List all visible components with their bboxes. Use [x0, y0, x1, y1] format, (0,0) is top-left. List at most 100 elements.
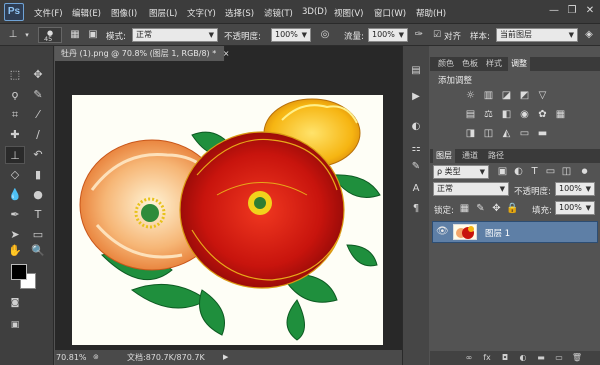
hand-icon[interactable]: ✋	[5, 242, 25, 260]
airbrush-icon[interactable]: ✑	[412, 28, 426, 42]
move-tool-icon[interactable]: ✥	[28, 66, 48, 84]
posterize-icon[interactable]: ◫	[482, 128, 495, 139]
filter-type-icon[interactable]: T	[528, 166, 541, 177]
menu-filter[interactable]: 滤镜(T)	[264, 7, 293, 19]
gradient-icon[interactable]: ▮	[28, 166, 48, 184]
levels-icon[interactable]: ▥	[482, 90, 495, 101]
curves-icon[interactable]: ◪	[500, 90, 513, 101]
menu-3d[interactable]: 3D(D)	[302, 7, 327, 17]
dropdown-arrow-icon[interactable]: ▾	[20, 28, 34, 42]
menu-view[interactable]: 视图(V)	[334, 7, 363, 19]
status-menu-icon[interactable]: ⊚	[93, 350, 99, 365]
menu-image[interactable]: 图像(I)	[111, 7, 137, 19]
quick-selection-icon[interactable]: ✎	[28, 86, 48, 104]
visibility-eye-icon[interactable]: 👁	[436, 226, 449, 237]
brush-panel-icon[interactable]: ⚏	[409, 142, 423, 156]
mode-select[interactable]: 正常 ▼	[132, 28, 218, 42]
pressure-opacity-icon[interactable]: ◎	[318, 28, 332, 42]
close-icon[interactable]: ✕	[584, 5, 596, 17]
crop-icon[interactable]: ⌗	[5, 106, 25, 124]
new-adjustment-layer-icon[interactable]: ◐	[517, 352, 529, 364]
minimize-icon[interactable]: —	[548, 5, 560, 17]
history-icon[interactable]: ▤	[409, 64, 423, 78]
layer-name[interactable]: 图层 1	[485, 227, 510, 239]
photo-filter-icon[interactable]: ◉	[518, 109, 531, 120]
clone-stamp-icon[interactable]: ⊥	[6, 28, 20, 42]
filter-shape-icon[interactable]: ▭	[544, 166, 557, 177]
filter-smart-object-icon[interactable]: ◫	[560, 166, 573, 177]
tab-layers[interactable]: 图层	[433, 149, 455, 163]
history-brush-icon[interactable]: ↶	[28, 146, 48, 164]
character-icon[interactable]: A	[409, 182, 423, 196]
threshold-icon[interactable]: ◭	[500, 128, 513, 139]
filter-adjustment-icon[interactable]: ◐	[512, 166, 525, 177]
tab-color[interactable]: 颜色	[435, 57, 457, 71]
blend-mode-select[interactable]: 正常 ▼	[433, 182, 509, 196]
lock-position-icon[interactable]: ✥	[490, 203, 503, 214]
blur-icon[interactable]: 💧	[5, 186, 25, 204]
tab-paths[interactable]: 路径	[485, 149, 507, 163]
menu-window[interactable]: 窗口(W)	[374, 7, 406, 19]
layer-row[interactable]: 👁 图层 1	[432, 221, 598, 243]
new-group-icon[interactable]: ▬	[535, 352, 547, 364]
delete-layer-icon[interactable]: 🗑	[571, 352, 583, 364]
screen-mode-icon[interactable]: ▣	[5, 316, 25, 334]
black-white-icon[interactable]: ◧	[500, 109, 513, 120]
brush-preset-picker[interactable]: ● 45	[38, 27, 62, 43]
sample-select[interactable]: 当前图层 ▼	[496, 28, 578, 42]
paragraph-icon[interactable]: ¶	[409, 202, 423, 216]
zoom-icon[interactable]: 🔍	[28, 242, 48, 260]
menu-file[interactable]: 文件(F)	[34, 7, 63, 19]
align-checkbox[interactable]: ☑	[430, 28, 444, 42]
fill-input[interactable]: 100% ▼	[555, 201, 595, 215]
exposure-icon[interactable]: ◩	[518, 90, 531, 101]
color-lookup-icon[interactable]: ▦	[554, 109, 567, 120]
selective-color-icon[interactable]: ▬	[536, 128, 549, 139]
menu-select[interactable]: 选择(S)	[225, 7, 254, 19]
properties-icon[interactable]: ◐	[409, 120, 423, 134]
ignore-adjustment-icon[interactable]: ◈	[582, 28, 596, 42]
lasso-icon[interactable]: ϙ	[5, 86, 25, 104]
add-layer-style-icon[interactable]: fx	[481, 352, 493, 364]
eraser-icon[interactable]: ◇	[5, 166, 25, 184]
tab-swatches[interactable]: 色板	[459, 57, 481, 71]
lock-all-icon[interactable]: 🔒	[506, 203, 519, 214]
channel-mixer-icon[interactable]: ✿	[536, 109, 549, 120]
opacity-input[interactable]: 100% ▼	[271, 28, 311, 42]
flow-input[interactable]: 100% ▼	[368, 28, 408, 42]
eyedropper-icon[interactable]: ⁄	[28, 106, 48, 124]
tab-adjustments[interactable]: 调整	[508, 57, 530, 71]
tab-styles[interactable]: 样式	[483, 57, 505, 71]
brightness-icon[interactable]: ☼	[464, 90, 477, 101]
gradient-map-icon[interactable]: ▭	[518, 128, 531, 139]
healing-brush-icon[interactable]: ✚	[5, 126, 25, 144]
vibrance-icon[interactable]: ▽	[536, 90, 549, 101]
status-arrow-icon[interactable]: ▶	[223, 350, 228, 365]
restore-icon[interactable]: ❐	[566, 5, 578, 17]
clone-source-icon[interactable]: ▣	[86, 28, 100, 42]
hue-saturation-icon[interactable]: ▤	[464, 109, 477, 120]
image-canvas[interactable]	[72, 95, 383, 345]
menu-edit[interactable]: 编辑(E)	[72, 7, 101, 19]
document-tab[interactable]: 牡丹 (1).png @ 70.8% (图层 1, RGB/8) * ×	[55, 46, 229, 61]
dodge-icon[interactable]: ●	[28, 186, 48, 204]
menu-layer[interactable]: 图层(L)	[149, 7, 177, 19]
add-mask-icon[interactable]: ◘	[499, 352, 511, 364]
actions-icon[interactable]: ▶	[409, 90, 423, 104]
filter-pixel-icon[interactable]: ▣	[496, 166, 509, 177]
type-tool-icon[interactable]: T	[28, 206, 48, 224]
quick-mask-icon[interactable]: ◙	[5, 294, 25, 312]
brush-presets-icon[interactable]: ✎	[409, 160, 423, 174]
zoom-level[interactable]: 70.81%	[56, 350, 87, 365]
lock-transparency-icon[interactable]: ▦	[458, 203, 471, 214]
menu-type[interactable]: 文字(Y)	[187, 7, 216, 19]
layer-kind-filter[interactable]: ρ 类型 ▼	[433, 165, 489, 179]
invert-icon[interactable]: ◨	[464, 128, 477, 139]
layer-opacity-input[interactable]: 100% ▼	[555, 182, 595, 196]
tab-close-icon[interactable]: ×	[223, 49, 230, 58]
toggle-brush-panel-icon[interactable]: ▦	[68, 28, 82, 42]
new-layer-icon[interactable]: ▭	[553, 352, 565, 364]
clone-stamp-tool-icon[interactable]: ⊥	[5, 146, 25, 164]
pen-icon[interactable]: ✒	[5, 206, 25, 224]
foreground-color-swatch[interactable]	[11, 264, 27, 280]
